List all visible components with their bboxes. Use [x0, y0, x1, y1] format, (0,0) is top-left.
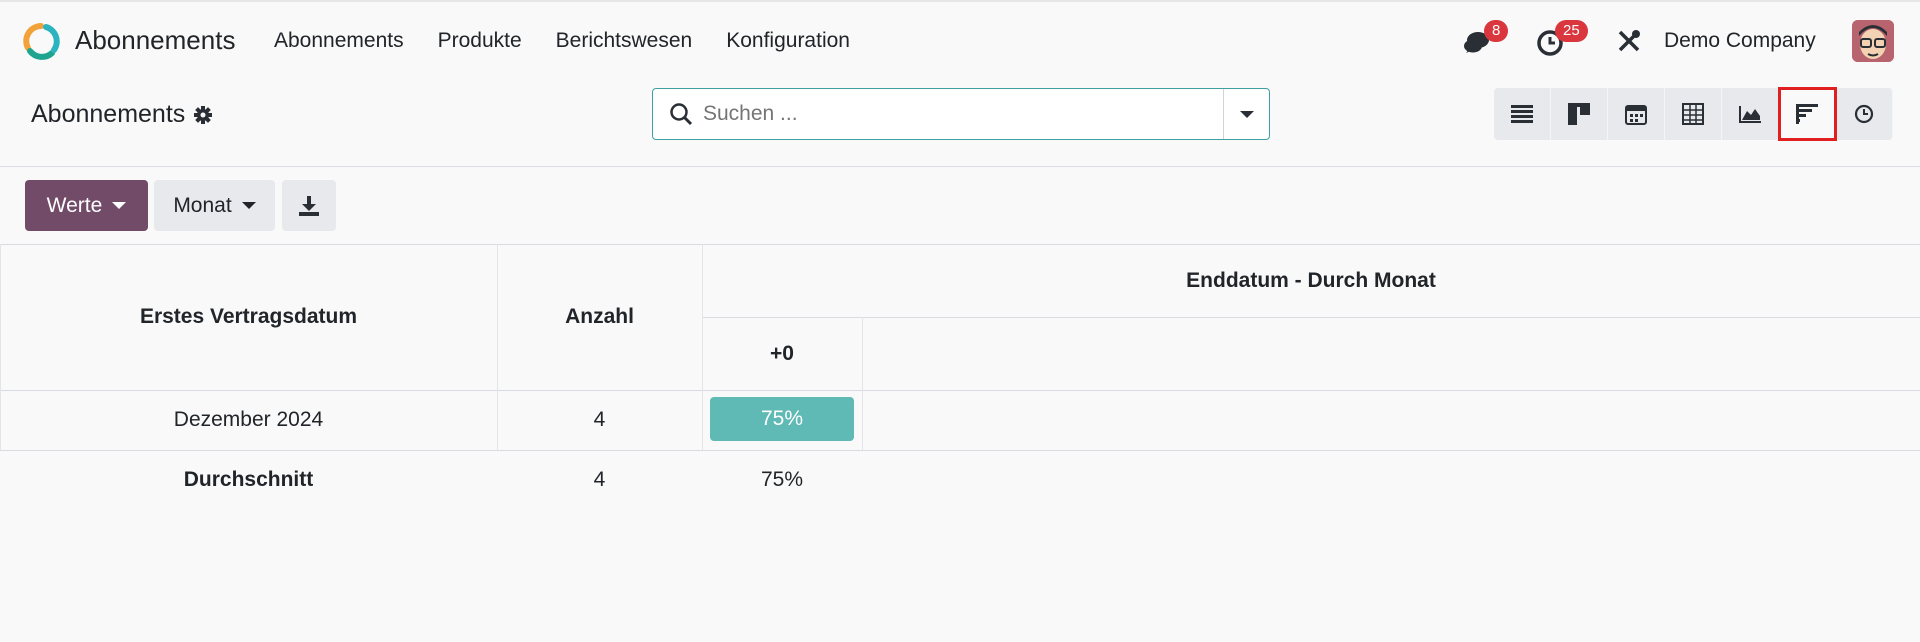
messages-button[interactable]: 8 — [1462, 20, 1509, 63]
tools-icon[interactable] — [1616, 28, 1642, 54]
cohort-view-icon — [1796, 104, 1818, 124]
graph-view-button[interactable] — [1722, 88, 1779, 140]
caret-down-icon — [241, 202, 256, 209]
measures-button[interactable]: Werte — [25, 180, 148, 231]
table-border — [702, 317, 1920, 318]
footer-label: Durchschnitt — [183, 468, 314, 491]
pivot-view-icon — [1682, 103, 1704, 125]
chevron-down-icon — [1239, 110, 1254, 118]
list-view-icon — [1511, 105, 1533, 123]
avatar[interactable] — [1852, 20, 1894, 62]
top-navbar: Abonnements Abonnements Produkte Bericht… — [0, 0, 1920, 78]
download-icon — [299, 195, 319, 216]
app-logo-icon[interactable] — [22, 22, 60, 60]
search-options-toggle[interactable] — [1223, 89, 1269, 139]
menu-item-produkte[interactable]: Produkte — [438, 29, 522, 53]
activities-button[interactable]: 25 — [1536, 20, 1588, 62]
activity-view-button[interactable] — [1836, 88, 1893, 140]
interval-label: Monat — [173, 193, 232, 217]
footer-count: 4 — [593, 468, 606, 491]
messages-badge: 8 — [1484, 20, 1509, 42]
table-row-count: 4 — [593, 408, 606, 431]
calendar-view-icon — [1625, 105, 1647, 125]
calendar-view-button[interactable] — [1608, 88, 1665, 140]
kanban-view-icon — [1568, 103, 1590, 125]
search-bar — [652, 88, 1270, 140]
row-header: Erstes Vertragsdatum — [139, 305, 358, 328]
activities-badge: 25 — [1555, 20, 1588, 42]
cohort-cell[interactable]: 75% — [710, 397, 854, 441]
search-input[interactable] — [703, 99, 1173, 129]
download-button[interactable] — [282, 180, 336, 231]
gear-icon[interactable] — [193, 105, 213, 125]
caret-down-icon — [112, 202, 127, 209]
menu-item-berichtswesen[interactable]: Berichtswesen — [556, 29, 693, 53]
user-avatar-icon — [1852, 20, 1894, 62]
cohort-view-button[interactable] — [1778, 87, 1837, 141]
count-header: Anzahl — [565, 305, 634, 328]
app-name[interactable]: Abonnements — [75, 25, 235, 56]
search-icon — [670, 103, 693, 126]
list-view-button[interactable] — [1494, 88, 1551, 140]
menu-item-abonnements[interactable]: Abonnements — [274, 29, 404, 53]
footer-value: 75% — [760, 468, 804, 491]
date-header: Enddatum - Durch Monat — [1186, 268, 1436, 292]
interval-header: +0 — [770, 341, 794, 365]
table-border — [862, 317, 863, 450]
main-menu: Abonnements Produkte Berichtswesen Konfi… — [274, 29, 850, 53]
kanban-view-button[interactable] — [1551, 88, 1608, 140]
page-title: Abonnements — [31, 100, 186, 128]
interval-button[interactable]: Monat — [154, 180, 275, 231]
pivot-view-button[interactable] — [1665, 88, 1722, 140]
company-switcher[interactable]: Demo Company — [1664, 29, 1816, 53]
measures-label: Werte — [46, 193, 103, 217]
menu-item-konfiguration[interactable]: Konfiguration — [726, 29, 850, 53]
breadcrumb: Abonnements — [31, 100, 213, 129]
table-row-label[interactable]: Dezember 2024 — [0, 390, 497, 450]
control-panel-divider — [0, 166, 1920, 167]
graph-view-icon — [1739, 106, 1761, 123]
activity-view-icon — [1854, 104, 1874, 124]
view-switcher — [1494, 87, 1893, 141]
